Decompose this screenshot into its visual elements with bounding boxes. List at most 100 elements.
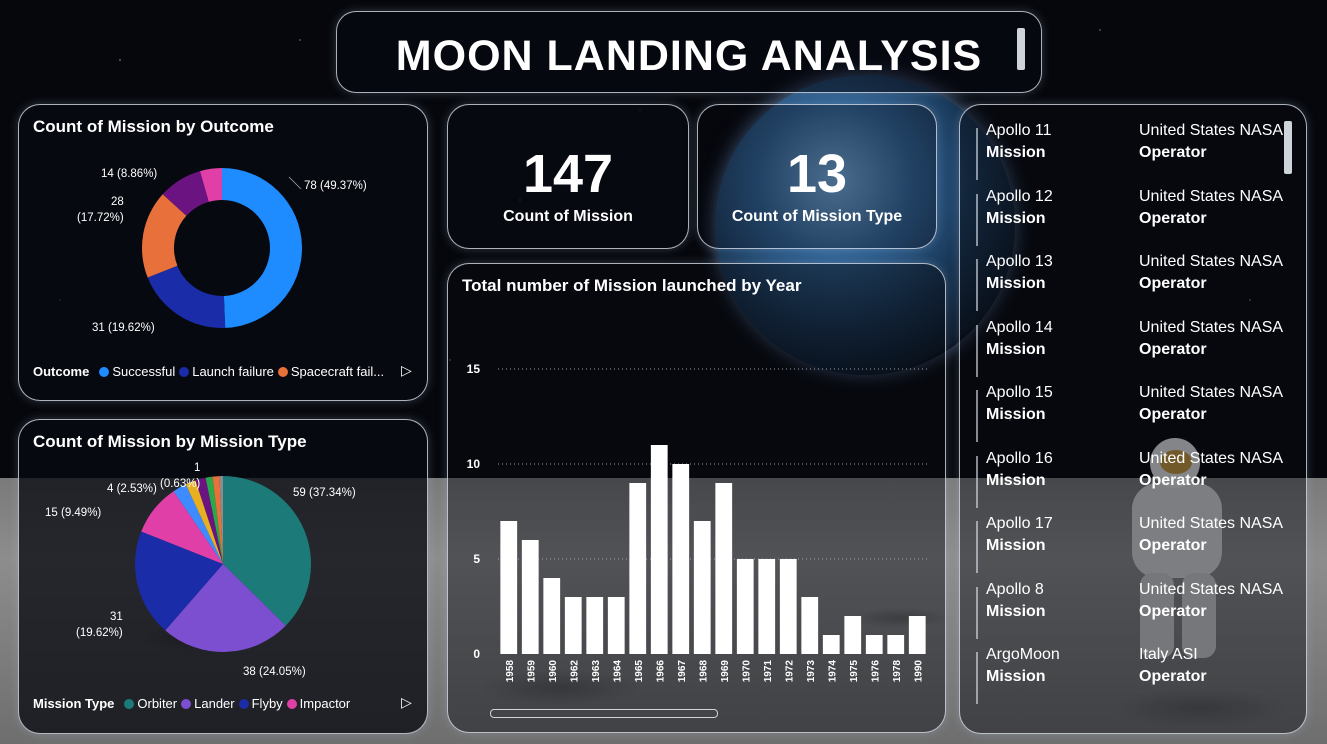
x-tick-label: 1978	[892, 660, 903, 683]
type-legend-dot	[238, 699, 249, 709]
bar-1990[interactable]	[908, 616, 926, 654]
mission-name: Apollo 14	[986, 318, 1053, 336]
page-title: MOON LANDING ANALYSIS	[395, 32, 983, 80]
bar-1975[interactable]	[844, 616, 862, 654]
bar-1970[interactable]	[736, 559, 754, 654]
mission-name: Apollo 13	[986, 253, 1053, 270]
slice-successful[interactable]	[222, 168, 303, 328]
bar-1962[interactable]	[564, 597, 582, 654]
x-tick-label: 1967	[677, 660, 688, 683]
bar-1965[interactable]	[629, 483, 647, 654]
bar-1966[interactable]	[650, 445, 668, 654]
bar-1978[interactable]	[887, 635, 905, 654]
legend-next-icon[interactable]: ▷	[401, 362, 412, 379]
row-divider	[976, 455, 978, 508]
bar-1968[interactable]	[693, 521, 711, 654]
operator-name: United States NASA	[1139, 384, 1284, 401]
outcome-label-spacecraft-2: (17.72%)	[77, 212, 124, 224]
mission-name: Apollo 16	[986, 449, 1053, 467]
bar-1969[interactable]	[715, 483, 733, 654]
x-tick-label: 1973	[806, 660, 817, 683]
list-item[interactable]: Apollo 16 Mission United States NASA Operat…	[976, 450, 1296, 512]
mission-label: Mission	[986, 209, 1046, 227]
type-legend-item[interactable]: Impactor	[300, 696, 351, 711]
bar-1976[interactable]	[865, 635, 883, 654]
x-tick-label: 1990	[913, 660, 924, 683]
bar-1972[interactable]	[779, 559, 797, 654]
list-item[interactable]: Apollo 12 Mission United States NASA Operat…	[976, 188, 1296, 250]
outcome-label-spacecraft-1: 28	[111, 196, 124, 208]
title-scrollbar[interactable]	[1017, 28, 1025, 70]
list-item[interactable]: ArgoMoon Mission Italy ASI Operator	[976, 646, 1296, 708]
bar-1973[interactable]	[801, 597, 819, 654]
list-item[interactable]: Apollo 17 Mission United States NASA Operat…	[976, 515, 1296, 577]
bar-1974[interactable]	[822, 635, 840, 654]
mission-name: ArgoMoon	[986, 646, 1060, 663]
row-divider	[976, 652, 978, 704]
type-label-impactor: 15 (9.49%)	[45, 507, 101, 519]
operator-label: Operator	[1139, 406, 1207, 423]
operator-label: Operator	[1139, 602, 1207, 620]
kpi-count-of-mission: 147 Count of Mission	[447, 104, 689, 249]
type-legend-item[interactable]: Orbiter	[137, 696, 177, 711]
outcome-legend-dot	[99, 367, 110, 377]
bar-1960[interactable]	[543, 578, 561, 654]
row-divider	[976, 390, 978, 442]
type-legend-dot	[286, 699, 297, 709]
x-tick-label: 1969	[720, 660, 731, 683]
type-label-other-f2: (0.63%)	[160, 478, 200, 490]
mission-list-panel: Apollo 11 Mission United States NASA Operat…	[959, 104, 1307, 734]
x-tick-label: 1971	[763, 660, 774, 683]
x-tick-label: 1968	[698, 660, 709, 683]
type-legend-item[interactable]: Lander	[194, 696, 234, 711]
kpi-value: 147	[522, 144, 614, 204]
list-item[interactable]: Apollo 8 Mission United States NASA Operato…	[976, 581, 1296, 643]
type-legend-item[interactable]: Flyby	[252, 696, 283, 711]
operator-label: Operator	[1139, 144, 1207, 161]
mission-label: Mission	[986, 471, 1046, 489]
outcome-label-successful: 78 (49.37%)	[304, 180, 367, 192]
dashboard-title-box: MOON LANDING ANALYSIS	[336, 11, 1042, 93]
outcome-legend-item[interactable]: Spacecraft fail...	[291, 364, 384, 379]
list-item[interactable]: Apollo 11 Mission United States NASA Operat…	[976, 122, 1296, 184]
x-tick-label: 1960	[548, 660, 559, 683]
mission-label: Mission	[986, 602, 1046, 620]
mission-type-legend-title: Mission Type	[33, 696, 115, 711]
y-tick-label: 15	[467, 362, 481, 376]
operator-name: United States NASA	[1139, 187, 1284, 205]
y-tick-label: 10	[467, 457, 481, 471]
type-label-other-f1: 1	[194, 462, 200, 474]
list-item[interactable]: Apollo 15 Mission United States NASA Operat…	[976, 384, 1296, 446]
mission-label: Mission	[986, 406, 1046, 423]
row-divider	[976, 324, 978, 377]
mission-label: Mission	[986, 275, 1046, 292]
bar-1959[interactable]	[521, 540, 539, 654]
x-tick-label: 1958	[505, 660, 516, 683]
x-tick-label: 1959	[526, 660, 537, 683]
bar-1967[interactable]	[672, 464, 690, 654]
outcome-label-other: 14 (8.86%)	[101, 168, 157, 180]
bar-1963[interactable]	[586, 597, 604, 654]
bar-1958[interactable]	[500, 521, 518, 654]
chart-horizontal-scrollbar[interactable]	[490, 709, 718, 718]
operator-name: United States NASA	[1139, 122, 1284, 139]
mission-name: Apollo 15	[986, 384, 1053, 401]
slice-launch-failure[interactable]	[147, 265, 226, 328]
legend-next-icon[interactable]: ▷	[401, 694, 412, 711]
bar-1964[interactable]	[607, 597, 625, 654]
list-item[interactable]: Apollo 13 Mission United States NASA Operat…	[976, 253, 1296, 315]
x-tick-label: 1975	[849, 660, 860, 683]
mission-type-chart-panel: Count of Mission by Mission Type 59 (37.…	[18, 419, 428, 734]
row-divider	[976, 586, 978, 639]
outcome-legend-dot	[277, 367, 288, 377]
list-item[interactable]: Apollo 14 Mission United States NASA Operat…	[976, 319, 1296, 381]
outcome-legend-item[interactable]: Successful	[112, 364, 175, 379]
operator-name: United States NASA	[1139, 580, 1284, 598]
list-scrollbar[interactable]	[1284, 121, 1292, 174]
outcome-legend: Outcome Successful Launch failure Spacecraf…	[33, 364, 384, 379]
outcome-legend-item[interactable]: Launch failure	[192, 364, 274, 379]
bar-1971[interactable]	[758, 559, 776, 654]
row-divider	[976, 128, 978, 180]
x-tick-label: 1965	[634, 660, 645, 683]
kpi-count-of-mission-type: 13 Count of Mission Type	[697, 104, 937, 249]
